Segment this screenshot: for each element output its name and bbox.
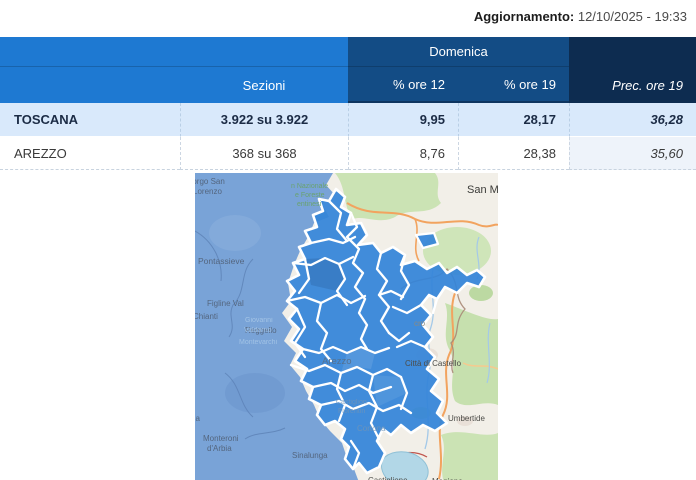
update-status: Aggiornamento: 12/10/2025 - 19:33 [474,9,687,24]
label-castiglion-fiorentino: Castiglion [336,399,367,406]
affluenza-table: Domenica Sezioni % ore 12 % ore 19 Prec.… [0,37,696,170]
row-toscana-sezioni: 3.922 su 3.922 [180,103,348,137]
header-group-domenica: Domenica [348,37,569,67]
label-sinalunga: Sinalunga [292,451,328,460]
header-prec-ore19: Prec. ore 19 [569,67,696,103]
row-toscana-ore12: 9,95 [348,103,458,137]
svg-text:n Nazionale: n Nazionale [291,183,328,190]
label-pontassieve: Pontassieve [198,256,245,266]
label-san-marino: San M [467,184,498,196]
label-castiglione: Castiglione [368,476,408,480]
update-label: Aggiornamento: [474,9,574,24]
page: Aggiornamento: 12/10/2025 - 19:33 Domeni… [0,0,696,480]
label-na: na [195,414,200,423]
row-toscana-name[interactable]: TOSCANA [0,103,180,137]
row-arezzo-name[interactable]: AREZZO [0,137,180,170]
row-arezzo-ore19: 28,38 [458,137,569,170]
svg-text:d'Arbia: d'Arbia [207,444,232,453]
label-valdarno: Valdarno [244,327,272,334]
label-borgo-san-lorenzo: Borgo San [195,177,225,186]
svg-text:Fiorentin: Fiorentin [338,408,365,415]
label-chianti: Chianti [195,312,218,321]
svg-text:Lorenzo: Lorenzo [195,187,222,196]
row-toscana-ore19: 28,17 [458,103,569,137]
label-monteroni: Monteroni [203,434,239,443]
svg-text:entinesi: entinesi [297,201,322,208]
row-toscana-prec: 36,28 [569,103,696,137]
label-figline: Figline Val [207,299,244,308]
row-arezzo-ore12: 8,76 [348,137,458,170]
svg-text:Giovanni: Giovanni [245,317,273,324]
row-arezzo-sezioni: 368 su 368 [180,137,348,170]
header-spacer-prec [569,37,696,67]
label-citta-di-castello: Città di Castello [405,359,462,368]
header-name-spacer [0,67,180,103]
header-ore19: % ore 19 [458,67,569,103]
update-value: 12/10/2025 - 19:33 [578,9,687,24]
header-spacer-left [0,37,348,67]
label-sansepolcro: cro [414,319,426,328]
label-cortona: Cortona [357,424,386,433]
header-ore12: % ore 12 [348,67,458,103]
label-arezzo: Arezzo [322,356,352,367]
row-arezzo-prec: 35,60 [569,137,696,170]
label-montevarchi: Montevarchi [239,339,278,346]
svg-text:e Foreste: e Foreste [295,192,325,199]
label-umbertide: Umbertide [448,414,485,423]
header-sezioni: Sezioni [180,67,348,103]
affluenza-map[interactable]: Borgo San Lorenzo Pontassieve Reggello F… [195,173,498,480]
